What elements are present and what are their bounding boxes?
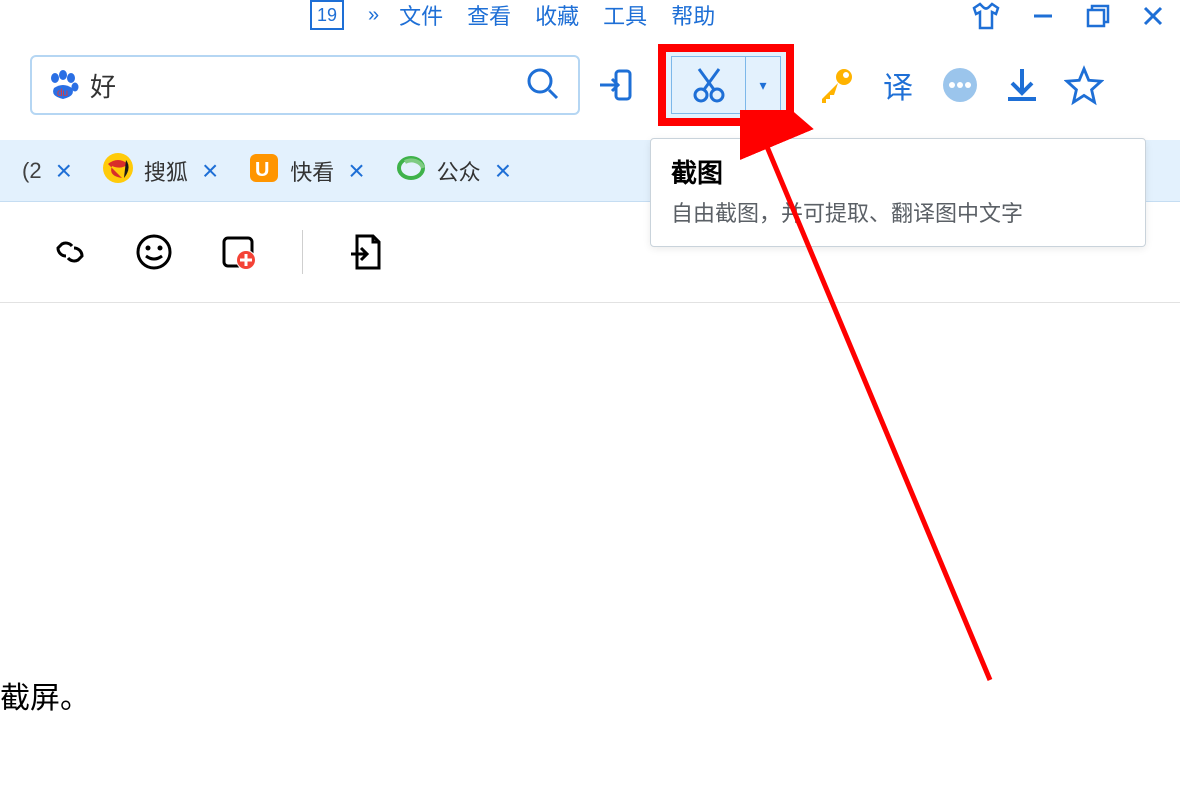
toolbar: ▾ 译 <box>596 44 1104 126</box>
svg-text:du: du <box>57 88 68 99</box>
tab-gongzhong[interactable]: 公众 × <box>383 147 523 195</box>
more-chevrons-icon[interactable]: » <box>368 4 375 27</box>
search-icon[interactable] <box>524 65 564 105</box>
key-icon[interactable] <box>816 65 856 105</box>
menu-tools[interactable]: 工具 <box>603 0 647 31</box>
search-box[interactable]: du <box>30 55 580 115</box>
tab-close-icon[interactable]: × <box>52 155 72 187</box>
calendar-icon[interactable]: 19 <box>310 0 344 30</box>
tab-close-icon[interactable]: × <box>198 155 218 187</box>
svg-text:U: U <box>255 159 269 181</box>
screenshot-dropdown[interactable]: ▾ <box>746 77 780 94</box>
tab-label: 快看 <box>290 155 334 187</box>
kuaikan-icon: U <box>248 152 280 190</box>
close-icon[interactable] <box>1140 3 1166 35</box>
scissors-icon[interactable] <box>672 57 746 113</box>
tab-close-icon[interactable]: × <box>344 155 364 187</box>
tooltip-title: 截图 <box>671 153 1125 190</box>
search-input[interactable] <box>90 70 524 101</box>
address-bar-row: du ▾ 译 <box>0 30 1180 140</box>
tab-sogou[interactable]: 搜狐 × <box>90 147 230 195</box>
menu-bar: 19 » 文件 查看 收藏 工具 帮助 <box>0 0 1180 30</box>
restore-icon[interactable] <box>1084 2 1112 36</box>
tooltip-description: 自由截图，并可提取、翻译图中文字 <box>671 196 1125 228</box>
wechat-icon <box>395 152 427 190</box>
translate-icon[interactable]: 译 <box>878 65 918 105</box>
menu-help[interactable]: 帮助 <box>671 0 715 31</box>
menu-favorites[interactable]: 收藏 <box>535 0 579 31</box>
calendar-day: 19 <box>317 5 337 26</box>
content-text: 截屏。 <box>0 682 90 715</box>
login-icon[interactable] <box>596 65 636 105</box>
add-page-icon[interactable] <box>218 232 258 272</box>
smile-icon[interactable] <box>134 232 174 272</box>
screenshot-button[interactable]: ▾ <box>671 56 781 114</box>
star-icon[interactable] <box>1064 65 1104 105</box>
file-export-icon[interactable] <box>347 232 387 272</box>
menu-view[interactable]: 查看 <box>467 0 511 31</box>
menu-file[interactable]: 文件 <box>399 0 443 31</box>
more-icon[interactable] <box>940 65 980 105</box>
screenshot-tooltip: 截图 自由截图，并可提取、翻译图中文字 <box>650 138 1146 247</box>
baidu-paw-icon: du <box>46 68 80 102</box>
tab-label: 搜狐 <box>144 155 188 187</box>
tab-1[interactable]: (2 × <box>10 147 84 195</box>
link-icon[interactable] <box>50 232 90 272</box>
tab-kuaikan[interactable]: U 快看 × <box>236 147 376 195</box>
page-content: 截屏。 <box>0 303 1180 717</box>
sogou-icon <box>102 152 134 190</box>
tab-close-icon[interactable]: × <box>491 155 511 187</box>
download-icon[interactable] <box>1002 65 1042 105</box>
minimize-icon[interactable] <box>1030 3 1056 35</box>
divider <box>302 230 303 274</box>
tab-label: 公众 <box>437 155 481 187</box>
screenshot-button-highlight: ▾ <box>658 44 794 126</box>
chevron-down-icon: ▾ <box>759 77 766 94</box>
shirt-icon[interactable] <box>970 2 1002 36</box>
tab-label: (2 <box>22 158 42 184</box>
